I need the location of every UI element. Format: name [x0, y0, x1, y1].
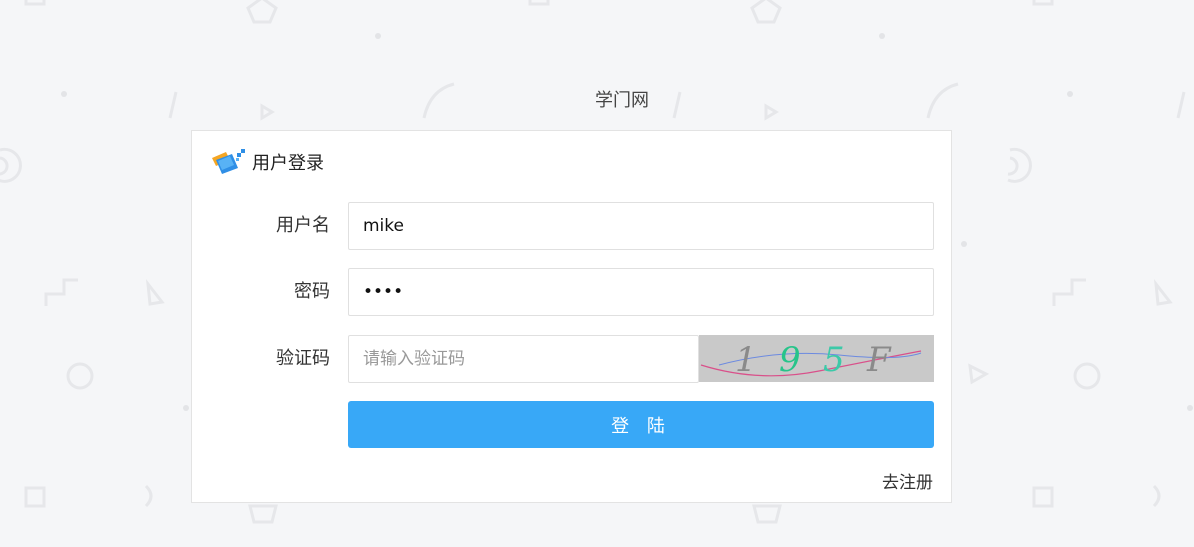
captcha-label: 验证码 — [276, 348, 330, 369]
captcha-image[interactable]: 195F — [699, 335, 934, 382]
password-input[interactable] — [348, 268, 934, 316]
password-label: 密码 — [294, 281, 330, 302]
captcha-char: 5 — [823, 340, 859, 380]
login-card-header: 用户登录 — [210, 147, 324, 177]
login-card: 用户登录 用户名 密码 验证码 195F 登 陆 去注册 — [191, 130, 952, 503]
captcha-text: 195F — [735, 340, 905, 380]
captcha-row: 验证码 195F — [192, 335, 953, 383]
captcha-char: F — [866, 340, 905, 380]
username-label: 用户名 — [276, 215, 330, 236]
register-link[interactable]: 去注册 — [882, 468, 933, 493]
login-button[interactable]: 登 陆 — [348, 401, 934, 448]
captcha-char: 1 — [735, 340, 771, 380]
username-input[interactable] — [348, 202, 934, 250]
captcha-graphic: 195F — [700, 340, 922, 380]
card-title: 用户登录 — [252, 153, 324, 174]
password-row: 密码 — [192, 268, 953, 316]
captcha-char: 9 — [779, 340, 815, 380]
captcha-input[interactable] — [348, 335, 699, 383]
colorful-box-icon — [212, 149, 245, 174]
username-row: 用户名 — [192, 202, 953, 250]
site-title: 学门网 — [595, 90, 649, 111]
